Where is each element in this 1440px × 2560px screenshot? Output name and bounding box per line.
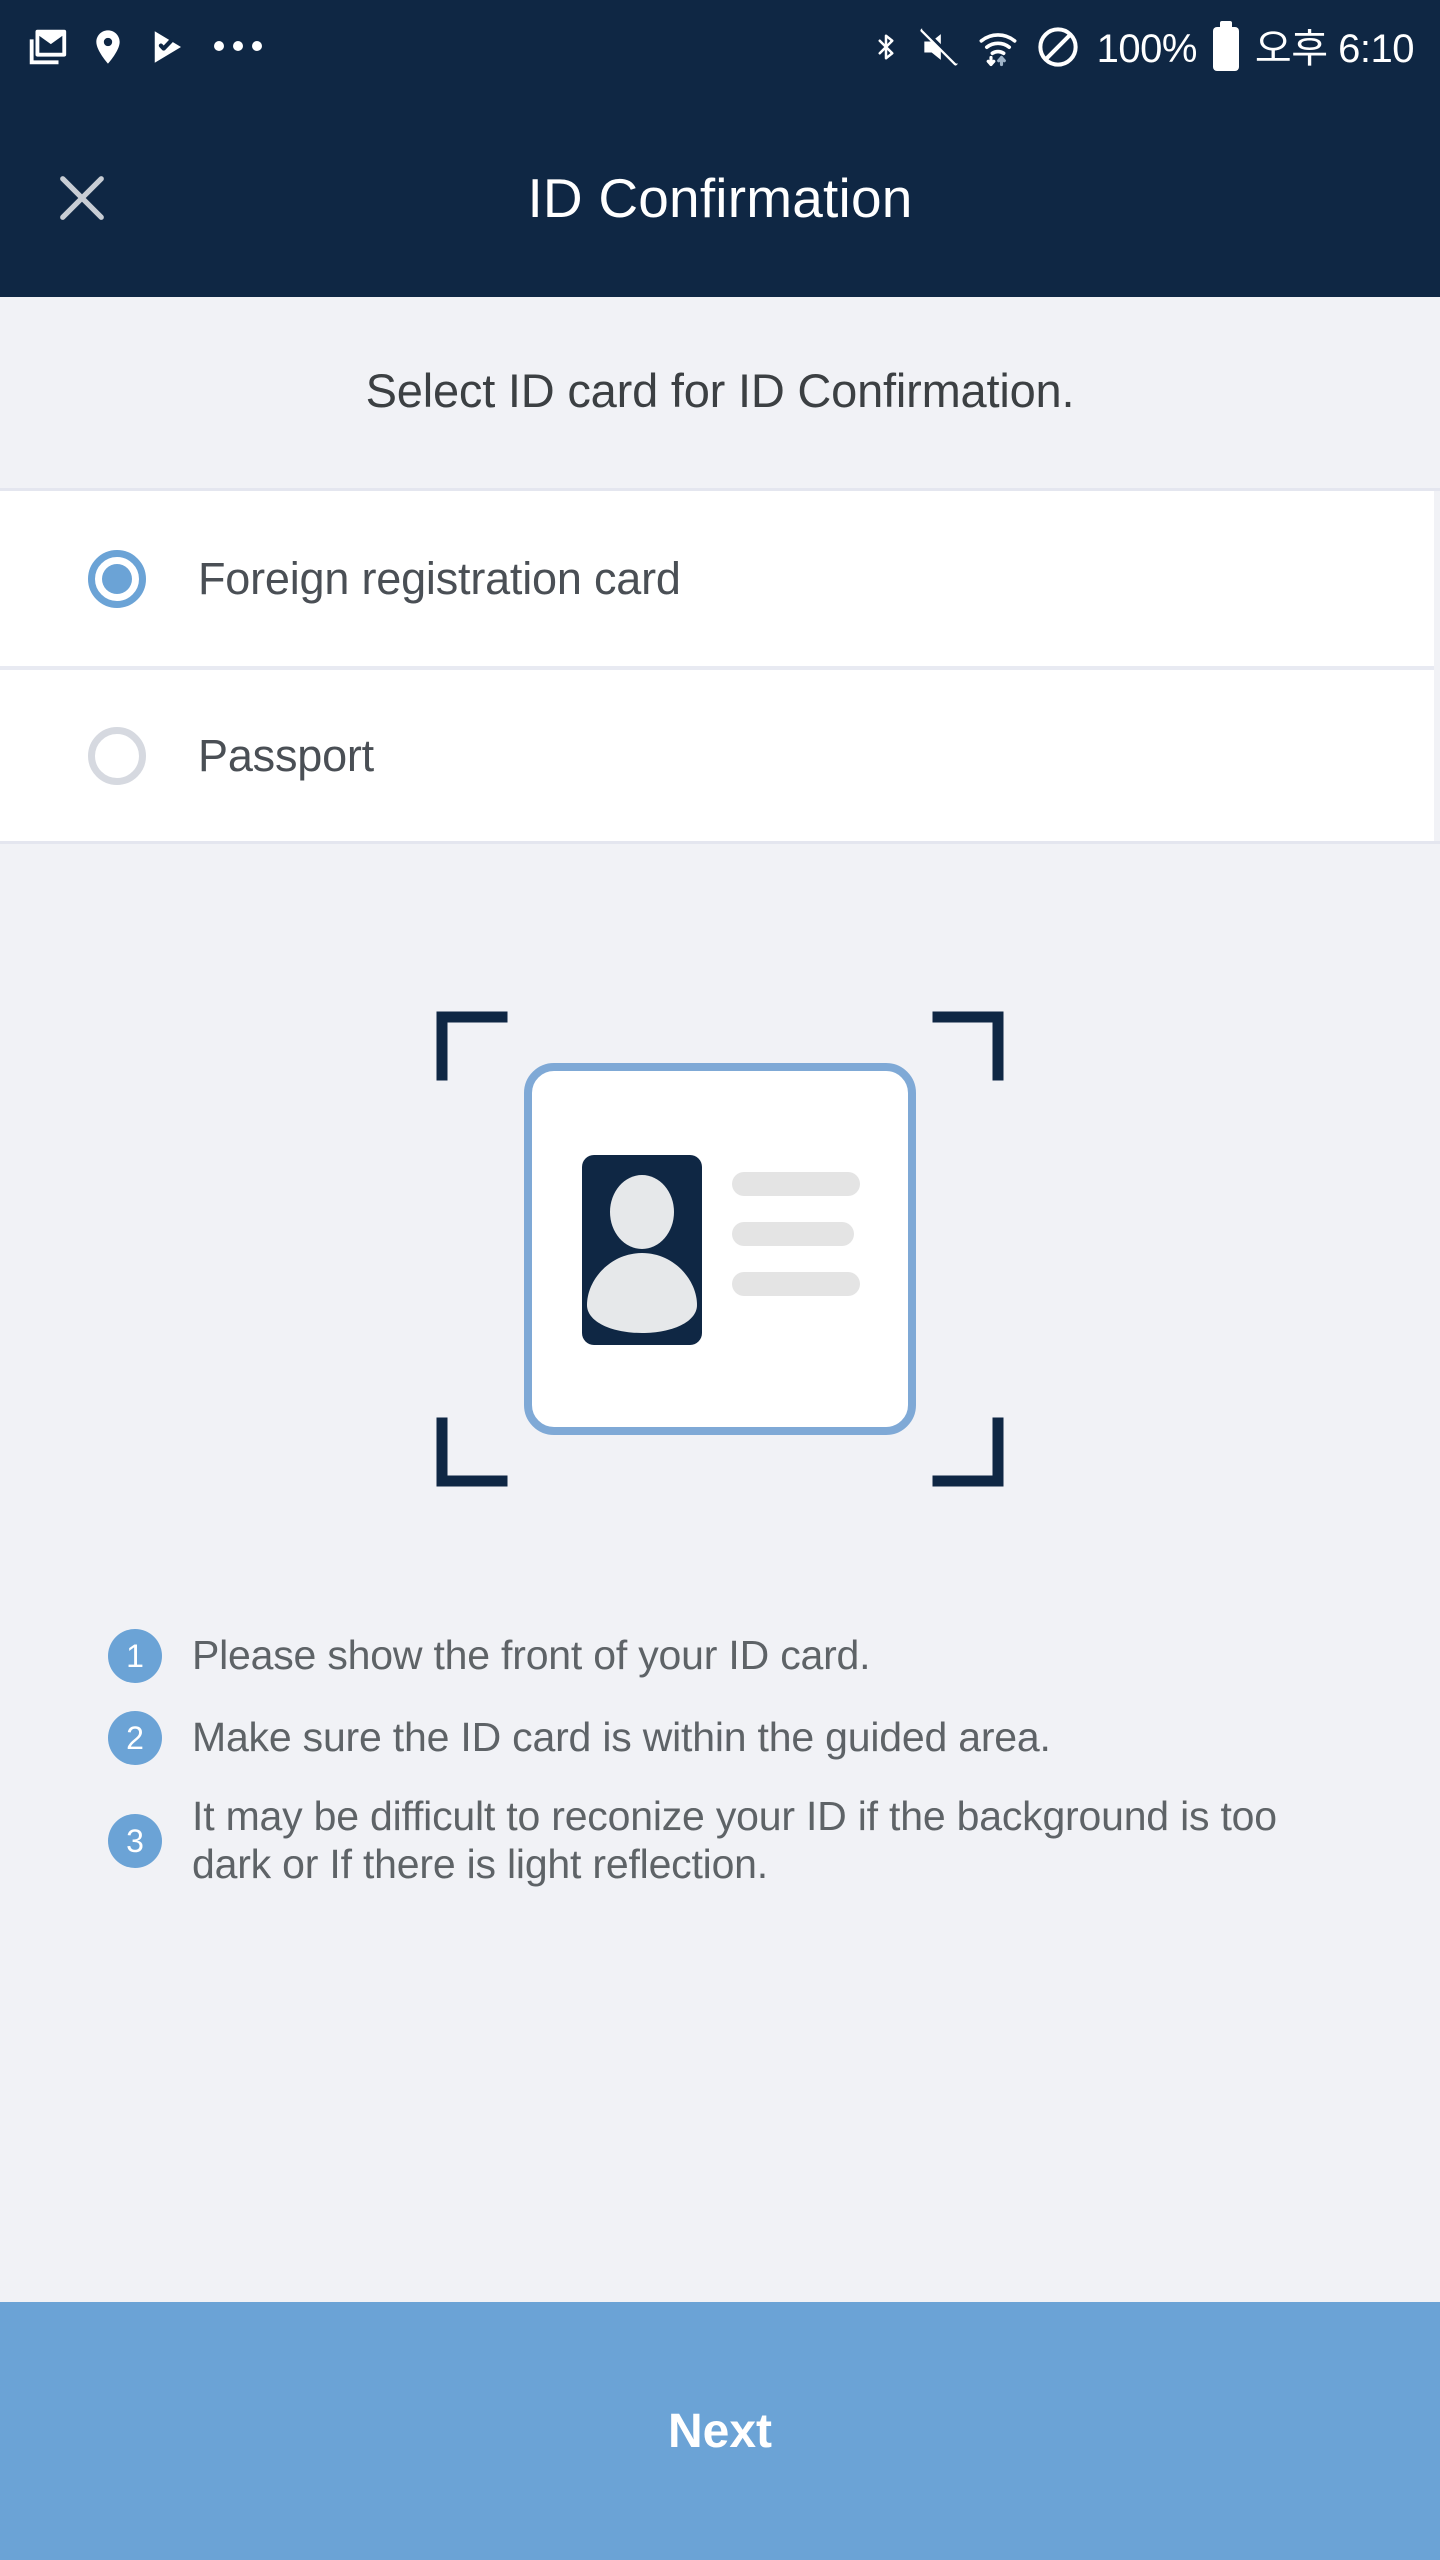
- instruction-text-3: It may be difficult to reconize your ID …: [192, 1793, 1277, 1887]
- close-icon: [60, 175, 104, 220]
- do-not-disturb-icon: [1035, 24, 1081, 75]
- instruction-subtitle: Select ID card for ID Confirmation.: [365, 364, 1075, 417]
- instruction-item-3: 3 It may be difficult to reconize your I…: [108, 1793, 1340, 1889]
- more-icons-overflow-icon: [214, 41, 262, 57]
- person-avatar-head: [610, 1175, 674, 1249]
- instruction-badge-2: 2: [108, 1711, 162, 1765]
- play-movies-icon: [146, 24, 188, 75]
- location-pin-icon: [88, 24, 128, 75]
- option-label-passport: Passport: [198, 729, 374, 781]
- app-header: ID Confirmation: [0, 98, 1440, 297]
- status-bar-left-icons: [24, 24, 262, 75]
- instruction-item-1: 1 Please show the front of your ID card.: [108, 1629, 1340, 1683]
- status-bar: 100% 오후 6:10: [0, 0, 1440, 98]
- radio-passport[interactable]: [88, 726, 146, 785]
- instruction-item-2: 2 Make sure the ID card is within the gu…: [108, 1711, 1340, 1765]
- id-card-text-bar: [732, 1272, 860, 1296]
- instruction-text-1: Please show the front of your ID card.: [192, 1632, 871, 1679]
- main-content: Select ID card for ID Confirmation. Fore…: [0, 297, 1440, 2302]
- instruction-badge-3: 3: [108, 1813, 162, 1868]
- battery-percent-label: 100%: [1096, 27, 1198, 71]
- wifi-icon: [977, 24, 1019, 75]
- next-button[interactable]: Next: [0, 2302, 1440, 2560]
- option-row-foreign-registration-card[interactable]: Foreign registration card: [0, 491, 1434, 666]
- radio-foreign-registration-card[interactable]: [88, 549, 146, 608]
- battery-full-icon: [1212, 21, 1239, 71]
- id-card-text-bar: [732, 1222, 854, 1246]
- gmail-icon: [24, 24, 70, 75]
- volume-mute-icon: [917, 25, 961, 74]
- option-label-foreign-registration-card: Foreign registration card: [198, 552, 681, 604]
- clock-label: 오후 6:10: [1254, 27, 1415, 71]
- page-title: ID Confirmation: [527, 166, 913, 229]
- close-button[interactable]: [34, 150, 130, 246]
- id-type-option-list: Foreign registration card Passport: [0, 488, 1440, 844]
- status-bar-right-icons: 100% 오후 6:10: [871, 21, 1415, 75]
- instruction-list: 1 Please show the front of your ID card.…: [0, 1629, 1440, 1889]
- option-row-passport[interactable]: Passport: [0, 666, 1434, 841]
- bluetooth-icon: [871, 24, 901, 75]
- instruction-text-2: Make sure the ID card is within the guid…: [192, 1714, 1051, 1761]
- id-card-scan-illustration: [0, 1009, 1440, 1489]
- app-screen: 100% 오후 6:10 ID Confirmation Select ID c…: [0, 0, 1440, 2560]
- next-button-label: Next: [667, 2404, 773, 2458]
- instruction-badge-1: 1: [108, 1629, 162, 1683]
- id-card-text-bar: [732, 1172, 860, 1196]
